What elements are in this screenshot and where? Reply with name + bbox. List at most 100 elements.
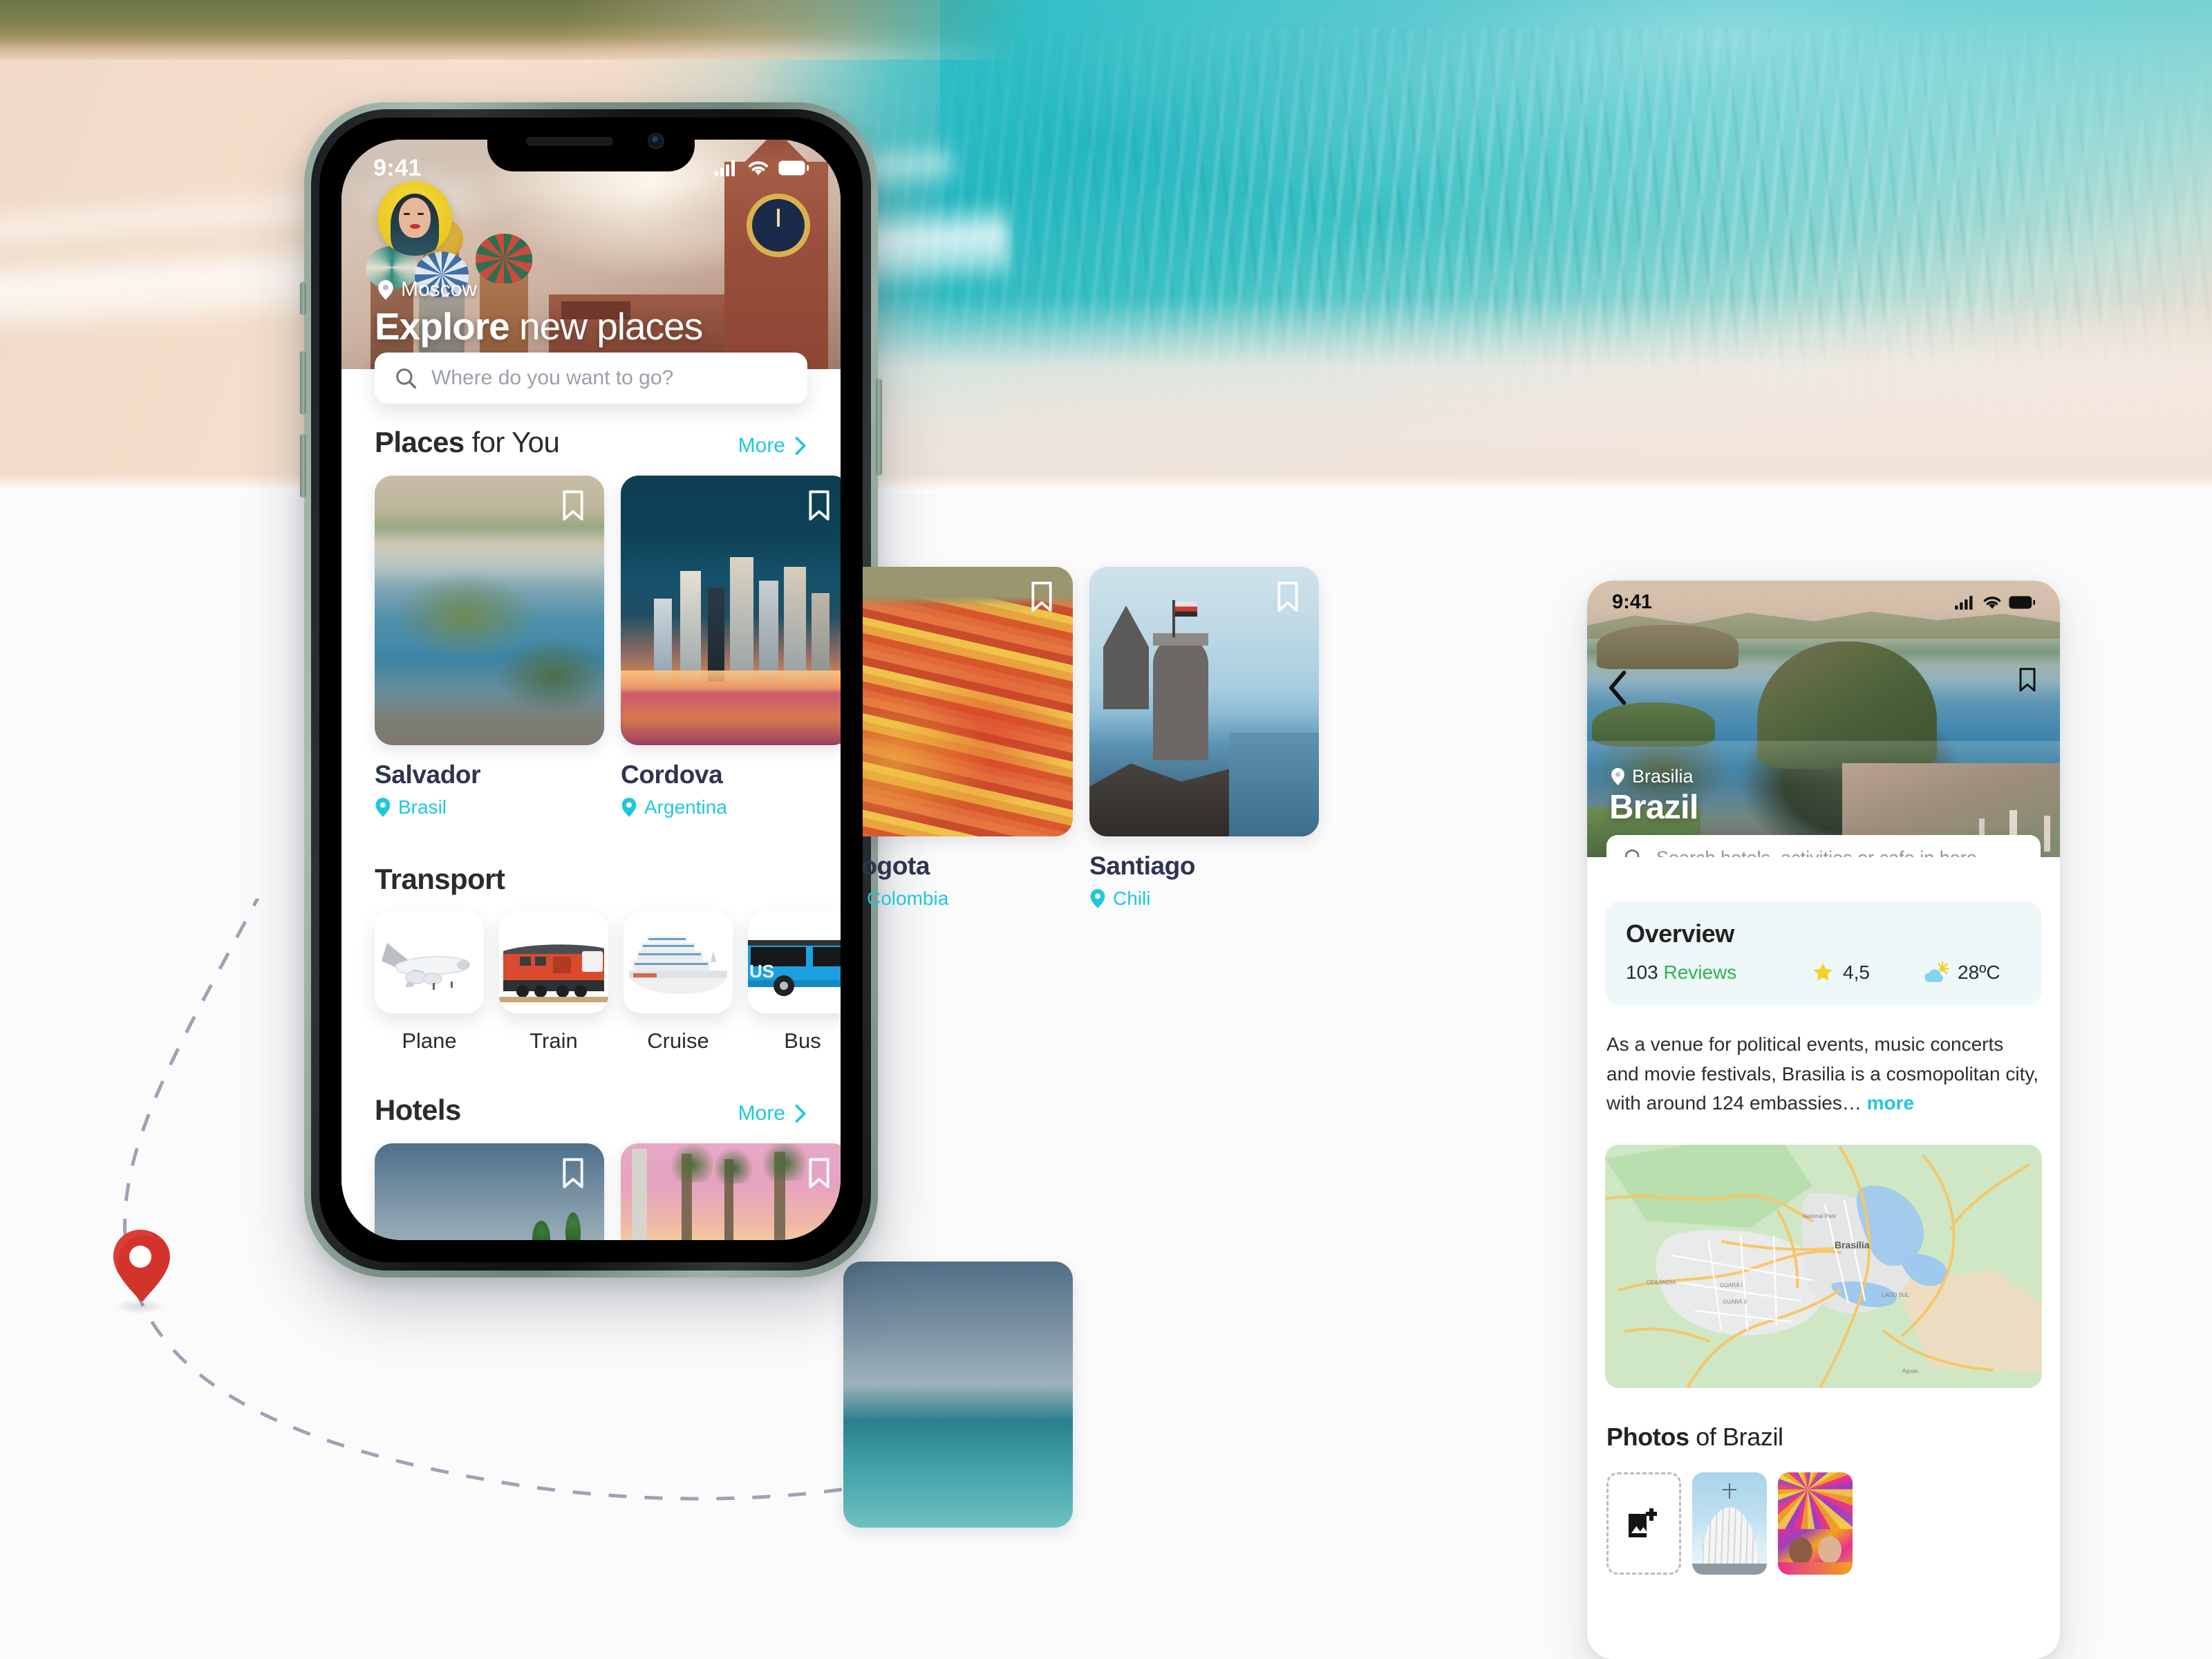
place-country: Argentina xyxy=(621,796,841,818)
transport-label: Train xyxy=(529,1029,578,1053)
detail-location-label: Brasilia xyxy=(1632,766,1694,787)
location-pin-icon xyxy=(621,798,637,817)
partly-cloudy-icon xyxy=(1924,961,1949,982)
detail-status-icons xyxy=(1955,595,2035,610)
app-hero-moscow: 9:41 Moscow Explore new places xyxy=(341,140,841,369)
photos-title-rest: of Brazil xyxy=(1689,1422,1783,1451)
overview-title: Overview xyxy=(1626,919,1734,948)
hotels-section-header: Hotels More xyxy=(341,1094,841,1127)
search-icon xyxy=(396,368,417,389)
cellular-signal-icon xyxy=(1955,595,1973,610)
transport-item-bus[interactable]: US Bus xyxy=(748,911,841,1053)
brasilia-map[interactable]: Brasília National Park GUARÁ I GUARÁ II … xyxy=(1605,1144,2042,1388)
cathedral-of-brasilia-photo[interactable] xyxy=(1692,1472,1767,1575)
place-name: Salvador xyxy=(375,760,481,789)
temperature-value: 28ºC xyxy=(1958,962,2000,983)
detail-status-bar: 9:41 xyxy=(1587,581,2060,624)
place-card-bogota[interactable]: Bogota Colombia xyxy=(843,567,1073,910)
bookmark-icon[interactable] xyxy=(560,489,586,523)
overview-stats: 103 Reviews 4,5 28ºC xyxy=(1626,961,2021,984)
svg-text:LAGO SUL: LAGO SUL xyxy=(1882,1292,1910,1298)
detail-search-input[interactable]: Search hotels, activities or cafe in her… xyxy=(1606,835,2041,857)
transport-label: Cruise xyxy=(647,1029,709,1053)
places-more-label: More xyxy=(738,434,785,457)
bookmark-icon[interactable] xyxy=(1275,581,1301,614)
reviews-count: 103 xyxy=(1626,962,1658,983)
place-country-label: Brasil xyxy=(398,796,447,818)
bookmark-icon[interactable] xyxy=(2017,666,2038,694)
chevron-left-icon[interactable] xyxy=(1606,669,1630,706)
place-image-salvador xyxy=(375,476,604,745)
bookmark-icon[interactable] xyxy=(560,1157,586,1190)
detail-search-placeholder: Search hotels, activities or cafe in her… xyxy=(1656,847,1977,858)
photos-list[interactable] xyxy=(1606,1472,2060,1575)
svg-text:Águas: Águas xyxy=(1902,1368,1918,1374)
location-pin-icon xyxy=(1090,889,1105,908)
read-more-link[interactable]: more xyxy=(1867,1092,1914,1114)
place-country-label: Argentina xyxy=(644,796,727,818)
location-pin-icon xyxy=(1611,768,1624,785)
transport-item-cruise[interactable]: Cruise xyxy=(624,911,733,1053)
place-card-cordova[interactable]: Cordova Argentina xyxy=(621,476,841,818)
kremlin-clock-face xyxy=(752,199,805,252)
surf-wash xyxy=(816,297,2212,492)
transport-section-header: Transport xyxy=(341,863,841,896)
transport-label: Bus xyxy=(784,1029,821,1053)
places-section: Places for You More Salvador Brasil Cord… xyxy=(341,426,841,818)
transport-item-plane[interactable]: Plane xyxy=(375,911,484,1053)
overview-rating: 4,5 xyxy=(1811,961,1922,984)
places-section-header: Places for You More xyxy=(341,426,841,459)
places-card-list[interactable]: Salvador Brasil Cordova Argentina xyxy=(341,476,841,818)
map-graphic: Brasília National Park GUARÁ I GUARÁ II … xyxy=(1605,1144,2042,1388)
transport-item-train[interactable]: Train xyxy=(499,911,608,1053)
hero-location: Moscow xyxy=(377,278,477,301)
add-photo-button[interactable] xyxy=(1606,1472,1681,1575)
hotels-card-list[interactable]: Hacuna $120/day 4,5 xyxy=(341,1143,841,1240)
bookmark-icon[interactable] xyxy=(806,489,832,523)
hotels-more-label: More xyxy=(738,1102,785,1125)
carnival-dancers-photo[interactable] xyxy=(1778,1472,1853,1575)
hotel-card-hacuna[interactable]: Hacuna $120/day 4,5 xyxy=(375,1143,604,1240)
phone-bezel: 9:41 Moscow Explore new places Where do … xyxy=(319,118,863,1262)
rating-value: 4,5 xyxy=(1843,962,1870,983)
volume-up-button[interactable] xyxy=(300,351,306,415)
wifi-icon xyxy=(1983,596,2001,609)
phone-mockup: 9:41 Moscow Explore new places Where do … xyxy=(300,102,882,1277)
power-button[interactable] xyxy=(876,379,882,476)
places-section-title: Places for You xyxy=(375,426,560,459)
place-card-salvador[interactable]: Salvador Brasil xyxy=(375,476,604,818)
overview-panel: Overview 103 Reviews 4,5 28ºC xyxy=(1605,901,2042,1005)
place-country: Chili xyxy=(1089,888,1319,910)
red-green-dome xyxy=(476,234,532,283)
detail-description: As a venue for political events, music c… xyxy=(1606,1030,2041,1118)
train-image xyxy=(499,911,608,1013)
overview-reviews[interactable]: 103 Reviews xyxy=(1626,962,1811,984)
hotel-card-overflow[interactable] xyxy=(843,1262,1073,1528)
transport-section-title: Transport xyxy=(375,863,505,896)
transport-title: Transport xyxy=(375,863,505,895)
chevron-right-icon xyxy=(795,1104,806,1123)
earpiece-speaker xyxy=(526,137,613,146)
bookmark-icon[interactable] xyxy=(1029,581,1055,614)
mute-switch[interactable] xyxy=(300,282,306,315)
volume-down-button[interactable] xyxy=(300,434,306,498)
transport-list[interactable]: Plane Train Cruise US Bus xyxy=(341,911,841,1053)
location-pin-icon xyxy=(375,798,391,817)
places-title-rest: for You xyxy=(464,426,560,458)
hotels-title: Hotels xyxy=(375,1094,461,1126)
avatar-face xyxy=(399,198,431,238)
search-input[interactable]: Where do you want to go? xyxy=(375,353,807,404)
place-card-santiago[interactable]: Santiago Chili xyxy=(1089,567,1319,910)
place-country: Colombia xyxy=(843,888,1073,910)
phone-screen: 9:41 Moscow Explore new places Where do … xyxy=(341,140,841,1240)
hotel-card-matata[interactable]: Matata $110/day 4,0 xyxy=(621,1143,841,1240)
phone-notch xyxy=(487,118,695,171)
places-more-button[interactable]: More xyxy=(738,434,807,458)
place-country-label: Colombia xyxy=(867,888,949,909)
place-name: Santiago xyxy=(1089,852,1196,880)
bookmark-icon[interactable] xyxy=(806,1157,832,1190)
hotels-more-button[interactable]: More xyxy=(738,1102,807,1125)
hero-title: Explore new places xyxy=(375,304,703,348)
search-icon xyxy=(1624,849,1640,857)
travel-app-home: 9:41 Moscow Explore new places Where do … xyxy=(341,140,841,1240)
